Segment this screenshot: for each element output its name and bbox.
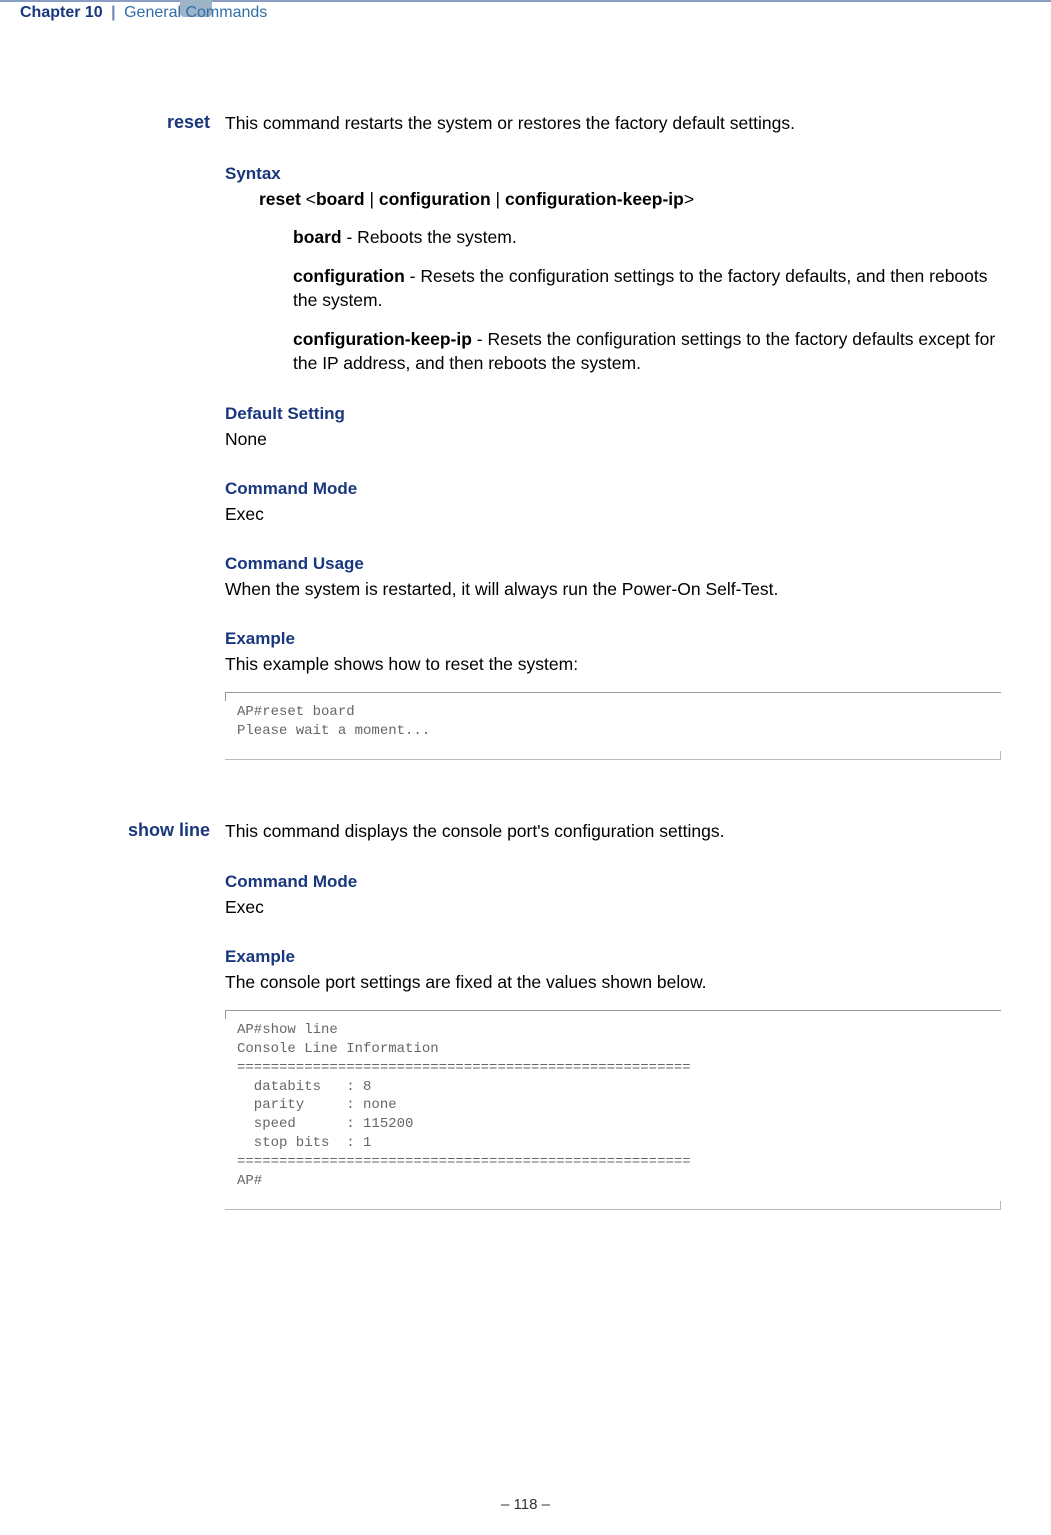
example-code: AP#reset board Please wait a moment... bbox=[237, 703, 989, 741]
param-configuration-keep-ip: configuration-keep-ip - Resets the confi… bbox=[293, 327, 1001, 376]
command-show-line: show line This command displays the cons… bbox=[225, 820, 1001, 1210]
command-name-show-line: show line bbox=[50, 820, 210, 841]
breadcrumb: Chapter 10 | General Commands bbox=[20, 2, 267, 22]
syntax-close: > bbox=[684, 189, 694, 209]
syntax-p1: board bbox=[316, 189, 365, 209]
param-kw: configuration-keep-ip bbox=[293, 329, 472, 349]
default-setting-title: Default Setting bbox=[225, 404, 1001, 424]
command-name-reset: reset bbox=[50, 112, 210, 133]
chapter-title: General Commands bbox=[124, 4, 267, 21]
syntax-p3: configuration-keep-ip bbox=[505, 189, 684, 209]
syntax-line: reset <board | configuration | configura… bbox=[259, 187, 1001, 212]
syntax-title: Syntax bbox=[225, 164, 1001, 184]
command-description: This command displays the console port's… bbox=[225, 820, 1001, 844]
example-title: Example bbox=[225, 629, 1001, 649]
default-setting-body: None bbox=[225, 427, 1001, 451]
command-usage-title: Command Usage bbox=[225, 554, 1001, 574]
command-mode-title: Command Mode bbox=[225, 872, 1001, 892]
example-output-box: AP#reset board Please wait a moment... bbox=[225, 692, 1001, 760]
breadcrumb-separator: | bbox=[111, 4, 115, 21]
command-description: This command restarts the system or rest… bbox=[225, 112, 1001, 136]
example-body: The console port settings are fixed at t… bbox=[225, 970, 1001, 994]
syntax-sep2: | bbox=[496, 189, 501, 209]
syntax-p2: configuration bbox=[379, 189, 491, 209]
param-kw: board bbox=[293, 227, 342, 247]
param-kw: configuration bbox=[293, 266, 405, 286]
chapter-label: Chapter 10 bbox=[20, 4, 103, 21]
command-mode-title: Command Mode bbox=[225, 479, 1001, 499]
syntax-cmd: reset bbox=[259, 189, 301, 209]
command-reset: reset This command restarts the system o… bbox=[225, 112, 1001, 760]
example-code: AP#show line Console Line Information ==… bbox=[237, 1021, 989, 1191]
syntax-sep1: | bbox=[369, 189, 374, 209]
example-body: This example shows how to reset the syst… bbox=[225, 652, 1001, 676]
command-usage-body: When the system is restarted, it will al… bbox=[225, 577, 1001, 601]
example-title: Example bbox=[225, 947, 1001, 967]
syntax-open: < bbox=[306, 189, 316, 209]
param-configuration: configuration - Resets the configuration… bbox=[293, 264, 1001, 313]
param-desc: - Reboots the system. bbox=[342, 227, 517, 247]
example-output-box: AP#show line Console Line Information ==… bbox=[225, 1010, 1001, 1210]
page-number: – 118 – bbox=[0, 1496, 1051, 1513]
command-mode-body: Exec bbox=[225, 502, 1001, 526]
param-board: board - Reboots the system. bbox=[293, 225, 1001, 250]
command-mode-body: Exec bbox=[225, 895, 1001, 919]
